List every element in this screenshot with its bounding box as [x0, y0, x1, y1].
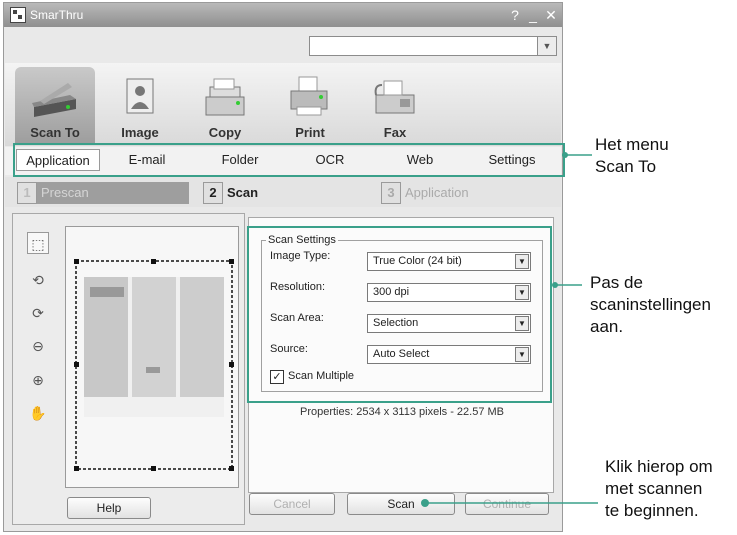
- callout-line-1: Pas de: [590, 273, 643, 292]
- callout-menu: Het menu Scan To: [595, 134, 669, 178]
- callout-line-3: aan.: [590, 317, 624, 336]
- callout-line-2: Scan To: [595, 157, 657, 176]
- callout-line-2: met scannen: [605, 479, 703, 498]
- callout-settings: Pas de scaninstellingen aan.: [590, 272, 711, 338]
- callout-line-2: scaninstellingen: [590, 295, 711, 314]
- callout-line-1: Het menu: [595, 135, 669, 154]
- callout-scan: Klik hierop om met scannen te beginnen.: [605, 456, 713, 522]
- callout-line-3: te beginnen.: [605, 501, 699, 520]
- callout-lines: [421, 152, 598, 507]
- callout-line-1: Klik hierop om: [605, 457, 713, 476]
